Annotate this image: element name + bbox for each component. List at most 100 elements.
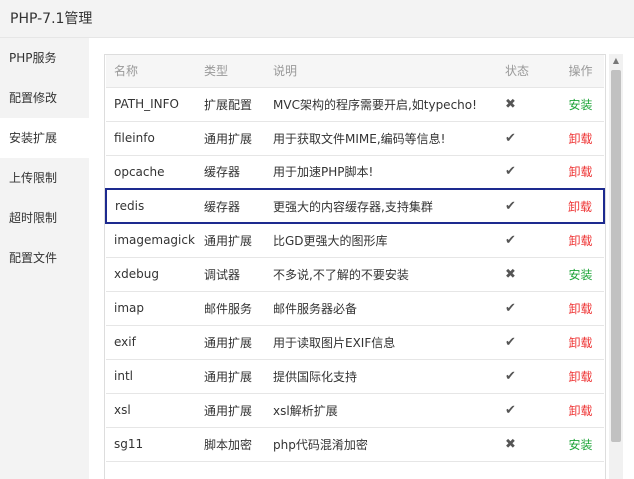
- extension-desc: 用于加速PHP脚本!: [273, 155, 497, 190]
- uninstall-button[interactable]: 卸载: [568, 165, 592, 179]
- install-button[interactable]: 安装: [568, 438, 592, 452]
- table-row: sg11 脚本加密 php代码混淆加密 ✖ 安装: [106, 427, 604, 462]
- extension-name: PATH_INFO: [106, 87, 204, 122]
- status-cell: ✖: [497, 87, 559, 122]
- header-name: 名称: [106, 55, 204, 88]
- uninstall-button[interactable]: 卸载: [568, 370, 592, 384]
- extension-name: opcache: [106, 155, 204, 190]
- status-cell: ✔: [497, 291, 559, 326]
- header-desc: 说明: [273, 55, 497, 88]
- extension-desc: 用于获取文件MIME,编码等信息!: [273, 121, 497, 156]
- extension-type: 通用扩展: [204, 325, 273, 360]
- status-cell: ✖: [497, 257, 559, 292]
- check-icon: ✔: [505, 334, 516, 350]
- sidebar-item-upload-limit[interactable]: 上传限制: [0, 158, 89, 198]
- sidebar-item-config-edit[interactable]: 配置修改: [0, 78, 89, 118]
- table-row: xsl 通用扩展 xsl解析扩展 ✔ 卸载: [106, 393, 604, 428]
- cross-icon: ✖: [505, 436, 516, 452]
- table-row: exif 通用扩展 用于读取图片EXIF信息 ✔ 卸载: [106, 325, 604, 360]
- op-cell: 安装: [559, 87, 604, 122]
- table-row: fileinfo 通用扩展 用于获取文件MIME,编码等信息! ✔ 卸载: [106, 121, 604, 156]
- install-button[interactable]: 安装: [568, 268, 592, 282]
- extension-name: redis: [105, 188, 204, 224]
- check-icon: ✔: [505, 368, 516, 384]
- header-op: 操作: [559, 55, 604, 88]
- header-type: 类型: [204, 55, 273, 88]
- extension-name: imap: [106, 291, 204, 326]
- check-icon: ✔: [505, 300, 516, 316]
- install-button[interactable]: 安装: [568, 98, 592, 112]
- table-row: xdebug 调试器 不多说,不了解的不要安装 ✖ 安装: [106, 257, 604, 292]
- uninstall-button[interactable]: 卸载: [568, 234, 592, 248]
- extension-type: 脚本加密: [204, 427, 273, 462]
- sidebar: PHP服务 配置修改 安装扩展 上传限制 超时限制 配置文件: [0, 38, 89, 479]
- extension-type: 通用扩展: [204, 359, 273, 394]
- extension-desc: xsl解析扩展: [273, 393, 497, 428]
- sidebar-item-timeout-limit[interactable]: 超时限制: [0, 198, 89, 238]
- op-cell: 卸载: [559, 393, 604, 428]
- status-cell: ✔: [497, 393, 559, 428]
- table-row: intl 通用扩展 提供国际化支持 ✔ 卸载: [106, 359, 604, 394]
- sidebar-item-install-extension[interactable]: 安装扩展: [0, 118, 89, 158]
- uninstall-button[interactable]: 卸载: [568, 302, 592, 316]
- check-icon: ✔: [505, 164, 516, 180]
- status-cell: ✔: [497, 188, 559, 224]
- uninstall-button[interactable]: 卸载: [568, 132, 592, 146]
- extensions-table: 名称 类型 说明 状态 操作 PATH_INFO 扩展配置 MVC架构的程序需要开启…: [105, 55, 605, 462]
- extension-name: xdebug: [106, 257, 204, 292]
- status-cell: ✔: [497, 325, 559, 360]
- table-row: opcache 缓存器 用于加速PHP脚本! ✔ 卸载: [106, 155, 604, 190]
- extension-name: fileinfo: [106, 121, 204, 156]
- uninstall-button[interactable]: 卸载: [568, 404, 592, 418]
- status-cell: ✔: [497, 155, 559, 190]
- extension-name: xsl: [106, 393, 204, 428]
- table-header-row: 名称 类型 说明 状态 操作: [106, 55, 604, 88]
- status-cell: ✖: [497, 427, 559, 462]
- op-cell: 卸载: [559, 325, 604, 360]
- table-row: redis 缓存器 更强大的内容缓存器,支持集群 ✔ 卸载: [105, 188, 605, 224]
- sidebar-item-php-service[interactable]: PHP服务: [0, 38, 89, 78]
- check-icon: ✔: [505, 402, 516, 418]
- extension-type: 缓存器: [204, 188, 273, 224]
- table-row: imagemagick 通用扩展 比GD更强大的图形库 ✔ 卸载: [106, 223, 604, 258]
- op-cell: 卸载: [559, 121, 604, 156]
- table-row: PATH_INFO 扩展配置 MVC架构的程序需要开启,如typecho! ✖ 安装: [106, 87, 604, 122]
- extension-desc: 用于读取图片EXIF信息: [273, 325, 497, 360]
- extension-name: sg11: [106, 427, 204, 462]
- check-icon: ✔: [505, 232, 516, 248]
- extension-name: imagemagick: [106, 223, 204, 258]
- op-cell: 卸载: [559, 223, 604, 258]
- op-cell: 安装: [559, 257, 604, 292]
- main-content: 名称 类型 说明 状态 操作 PATH_INFO 扩展配置 MVC架构的程序需要开启…: [89, 38, 634, 479]
- uninstall-button[interactable]: 卸载: [568, 200, 592, 214]
- op-cell: 卸载: [559, 291, 604, 326]
- extension-type: 通用扩展: [204, 223, 273, 258]
- extension-type: 通用扩展: [204, 121, 273, 156]
- extension-type: 调试器: [204, 257, 273, 292]
- status-cell: ✔: [497, 121, 559, 156]
- sidebar-item-config-file[interactable]: 配置文件: [0, 238, 89, 278]
- extension-desc: 比GD更强大的图形库: [273, 223, 497, 258]
- triangle-up-icon[interactable]: ▲: [609, 54, 623, 68]
- op-cell: 卸载: [559, 359, 604, 394]
- uninstall-button[interactable]: 卸载: [568, 336, 592, 350]
- scrollbar-thumb[interactable]: [611, 70, 621, 442]
- window-title: PHP-7.1管理: [0, 0, 634, 38]
- op-cell: 安装: [559, 427, 604, 462]
- extension-desc: MVC架构的程序需要开启,如typecho!: [273, 87, 497, 122]
- extension-type: 邮件服务: [204, 291, 273, 326]
- cross-icon: ✖: [505, 96, 516, 112]
- extension-type: 缓存器: [204, 155, 273, 190]
- vertical-scrollbar[interactable]: ▲: [609, 54, 623, 479]
- op-cell: 卸载: [559, 155, 604, 190]
- status-cell: ✔: [497, 359, 559, 394]
- check-icon: ✔: [505, 198, 516, 214]
- extension-name: exif: [106, 325, 204, 360]
- extension-name: intl: [106, 359, 204, 394]
- extension-desc: 提供国际化支持: [273, 359, 497, 394]
- op-cell: 卸载: [559, 188, 605, 224]
- status-cell: ✔: [497, 223, 559, 258]
- extensions-table-container: 名称 类型 说明 状态 操作 PATH_INFO 扩展配置 MVC架构的程序需要开启…: [104, 54, 606, 479]
- cross-icon: ✖: [505, 266, 516, 282]
- extension-type: 扩展配置: [204, 87, 273, 122]
